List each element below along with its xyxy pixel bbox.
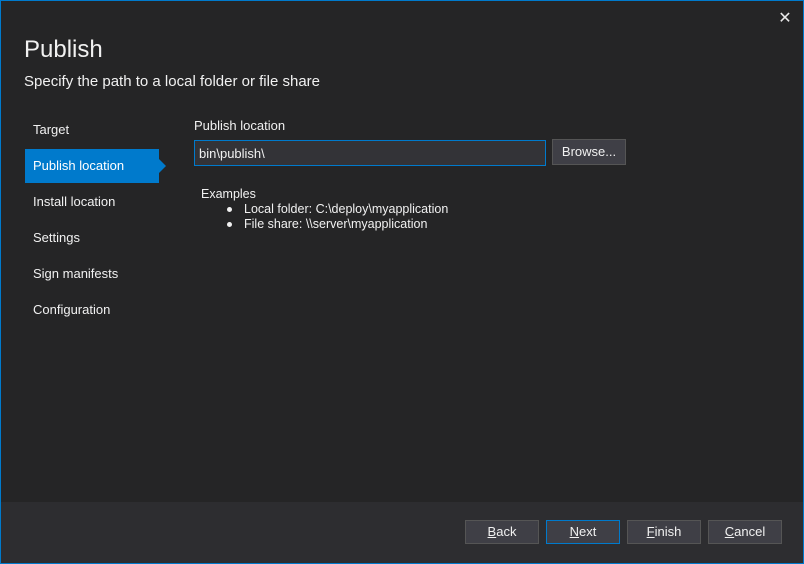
browse-button[interactable]: Browse... [552, 139, 626, 165]
next-label: ext [579, 524, 597, 539]
nav-item-publish-location[interactable]: Publish location [25, 149, 166, 183]
cancel-button[interactable]: Cancel [708, 520, 782, 544]
nav-item-settings[interactable]: Settings [25, 221, 159, 255]
finish-button[interactable]: Finish [627, 520, 701, 544]
finish-label: inish [654, 524, 682, 539]
back-mnemonic: B [487, 524, 497, 539]
page-subtitle: Specify the path to a local folder or fi… [24, 73, 321, 90]
examples-section: Examples Local folder: C:\deploy\myappli… [201, 187, 448, 232]
publish-location-input[interactable] [194, 140, 546, 166]
close-icon[interactable]: ✕ [776, 10, 794, 28]
back-button[interactable]: Back [465, 520, 539, 544]
nav-item-configuration[interactable]: Configuration [25, 293, 159, 327]
cancel-mnemonic: C [724, 524, 735, 539]
page-title: Publish [24, 36, 103, 63]
next-button[interactable]: Next [546, 520, 620, 544]
examples-title: Examples [201, 187, 256, 201]
nav-item-sign-manifests[interactable]: Sign manifests [25, 257, 159, 291]
wizard-nav: Target Publish location Install location… [25, 113, 166, 329]
back-label: ack [496, 524, 517, 539]
example-local-folder: Local folder: C:\deploy\myapplication [201, 202, 448, 217]
publish-location-label: Publish location [194, 118, 286, 133]
nav-item-install-location[interactable]: Install location [25, 185, 159, 219]
finish-mnemonic: F [646, 524, 655, 539]
nav-item-target[interactable]: Target [25, 113, 159, 147]
cancel-label: ancel [734, 524, 766, 539]
next-mnemonic: N [569, 524, 580, 539]
example-file-share: File share: \\server\myapplication [201, 217, 448, 232]
